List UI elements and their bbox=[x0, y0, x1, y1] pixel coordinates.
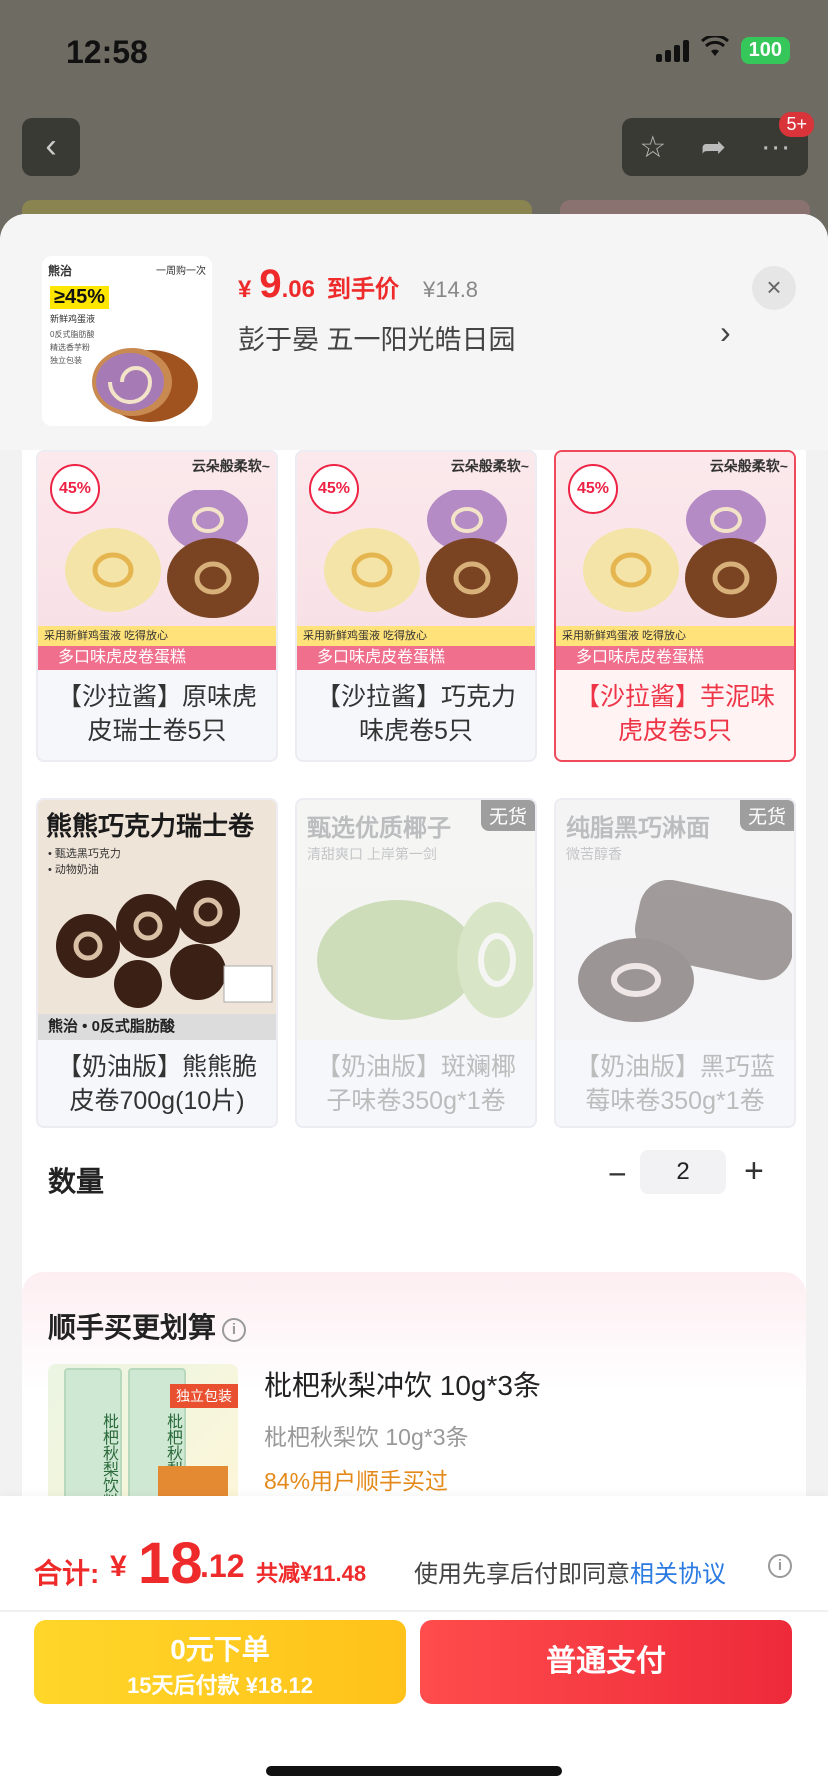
message-badge: 5+ bbox=[779, 112, 814, 137]
addon-spec: 枇杷秋梨饮 10g*3条 bbox=[264, 1424, 469, 1450]
signal-icon bbox=[655, 39, 689, 62]
address-selector[interactable]: 彭于晏 五一阳光皓日园 bbox=[238, 318, 516, 357]
cake-roll-image bbox=[92, 348, 198, 422]
price-integer: 9 bbox=[259, 262, 282, 306]
out-of-stock-badge: 无货 bbox=[480, 800, 535, 831]
option-strip: 采用新鲜鸡蛋液 吃得放心 bbox=[556, 626, 794, 646]
agreement-prefix: 使用先享后付即同意 bbox=[414, 1561, 630, 1588]
dark-chocolate-roll-image bbox=[578, 880, 792, 1022]
option-image-list-item: • 甄选黑巧克力 bbox=[48, 848, 121, 860]
cake-roll-image bbox=[583, 490, 777, 618]
original-price: ¥14.8 bbox=[422, 277, 479, 302]
option-strip-title: 多口味虎皮卷蛋糕 bbox=[556, 646, 794, 670]
option-card[interactable]: 熊熊巧克力瑞士卷 • 甄选黑巧克力 • 动物奶油 熊治 • 0反式脂肪酸 【奶油… bbox=[36, 798, 278, 1128]
addon-title: 顺手买更划算 i bbox=[48, 1306, 247, 1346]
thumb-brand: 熊治 bbox=[48, 264, 73, 278]
option-image: 45% 云朵般柔软~ 采用新鲜鸡蛋液 吃得放心 多口味虎皮卷蛋糕 bbox=[38, 452, 276, 670]
quantity-increase-button[interactable]: + bbox=[744, 1152, 764, 1191]
close-button[interactable]: × bbox=[752, 266, 796, 310]
option-caption: 云朵般柔软~ bbox=[191, 458, 270, 474]
thumb-sub: 新鲜鸡蛋液 bbox=[50, 314, 96, 324]
pandan-roll-image bbox=[317, 900, 533, 1020]
option-image: 甄选优质椰子 清甜爽口 上岸第一剑 bbox=[297, 800, 535, 1040]
option-card-selected[interactable]: 45% 云朵般柔软~ 采用新鲜鸡蛋液 吃得放心 多口味虎皮卷蛋糕 【沙拉酱】芋泥… bbox=[554, 450, 796, 762]
option-image: 熊熊巧克力瑞士卷 • 甄选黑巧克力 • 动物奶油 熊治 • 0反式脂肪酸 bbox=[38, 800, 276, 1040]
status-time: 12:58 bbox=[66, 34, 148, 70]
price-row: ¥ 9 .06 到手价 ¥14.8 bbox=[238, 262, 478, 307]
quantity-label: 数量 bbox=[48, 1166, 105, 1197]
option-image: 45% 云朵般柔软~ 采用新鲜鸡蛋液 吃得放心 多口味虎皮卷蛋糕 bbox=[556, 452, 794, 670]
addon-section: 顺手买更划算 i 枇杷秋梨饮料 枇杷秋梨饮料 独立包装 枇杷秋梨冲饮 10g*3条… bbox=[22, 1272, 806, 1534]
back-button[interactable]: ‹ bbox=[22, 118, 80, 176]
option-card-disabled[interactable]: 无货 纯脂黑巧淋面 微苦醇香 【奶油版】黑巧蓝莓味卷350g*1卷 bbox=[554, 798, 796, 1128]
thumb-tag: 一周购一次 bbox=[156, 266, 206, 277]
pay-button[interactable]: 普通支付 bbox=[420, 1620, 792, 1704]
chocolate-roll-image bbox=[56, 880, 273, 1008]
option-image-title: 甄选优质椰子 bbox=[307, 815, 451, 842]
total-label: 合计: bbox=[34, 1558, 100, 1589]
agreement-text: 使用先享后付即同意相关协议 bbox=[414, 1554, 726, 1589]
pay-later-button[interactable]: 0元下单 15天后付款 ¥18.12 bbox=[34, 1620, 406, 1704]
quantity-decrease-button[interactable]: − bbox=[608, 1156, 627, 1193]
option-image-footer: 熊治 • 0反式脂肪酸 bbox=[38, 1014, 276, 1040]
option-image-list: • 甄选黑巧克力 • 动物奶油 bbox=[48, 846, 121, 878]
sheet-header: 熊治 一周购一次 ≥45% 新鲜鸡蛋液 0反式脂肪酸 精选香芋粉 独立包装 ¥ … bbox=[0, 214, 828, 450]
pay-later-title: 0元下单 bbox=[170, 1634, 270, 1665]
option-card[interactable]: 45% 云朵般柔软~ 采用新鲜鸡蛋液 吃得放心 多口味虎皮卷蛋糕 【沙拉酱】原味… bbox=[36, 450, 278, 762]
total-integer: 18 bbox=[138, 1531, 203, 1596]
star-icon[interactable]: ☆ bbox=[639, 130, 666, 165]
option-strip-title: 多口味虎皮卷蛋糕 bbox=[38, 646, 276, 670]
addon-stat: 84%用户顺手买过 bbox=[264, 1468, 449, 1494]
info-icon[interactable]: i bbox=[222, 1318, 247, 1342]
pay-later-subtitle: 15天后付款 ¥18.12 bbox=[127, 1673, 313, 1698]
agreement-link[interactable]: 相关协议 bbox=[630, 1561, 726, 1588]
option-image: 纯脂黑巧淋面 微苦醇香 bbox=[556, 800, 794, 1040]
quantity-input[interactable]: 2 bbox=[640, 1150, 726, 1194]
addon-title-text: 顺手买更划算 bbox=[48, 1312, 217, 1343]
option-image-title: 熊熊巧克力瑞士卷 bbox=[46, 811, 255, 841]
total-symbol: ¥ bbox=[110, 1550, 127, 1583]
addon-name[interactable]: 枇杷秋梨冲饮 10g*3条 bbox=[264, 1364, 541, 1404]
thumb-percent: ≥45% bbox=[50, 286, 110, 309]
cake-roll-image bbox=[324, 490, 518, 618]
status-bar: 12:58 100 bbox=[0, 0, 828, 100]
total-savings: 共减¥11.48 bbox=[256, 1561, 367, 1586]
option-image-title: 纯脂黑巧淋面 bbox=[566, 815, 710, 842]
option-label: 【沙拉酱】原味虎皮瑞士卷5只 bbox=[56, 683, 257, 745]
addon-tag: 独立包装 bbox=[170, 1384, 238, 1408]
option-label: 【奶油版】黑巧蓝莓味卷350g*1卷 bbox=[574, 1053, 775, 1115]
status-icons: 100 bbox=[655, 34, 790, 65]
price-symbol: ¥ bbox=[238, 276, 252, 303]
checkout-bar: 合计: ¥ 18 .12 共减¥11.48 使用先享后付即同意相关协议 i 0元… bbox=[0, 1496, 828, 1792]
option-caption: 云朵般柔软~ bbox=[450, 458, 529, 474]
battery-indicator: 100 bbox=[740, 37, 790, 64]
option-image-sub: 清甜爽口 上岸第一剑 bbox=[307, 846, 437, 862]
option-label: 【奶油版】熊熊脆皮卷700g(10片) bbox=[56, 1053, 257, 1115]
option-caption: 云朵般柔软~ bbox=[709, 458, 788, 474]
wifi-icon bbox=[700, 34, 729, 65]
divider bbox=[0, 1610, 828, 1612]
option-label: 【沙拉酱】巧克力味虎卷5只 bbox=[315, 683, 516, 745]
info-icon[interactable]: i bbox=[768, 1554, 792, 1578]
price-label: 到手价 bbox=[326, 276, 399, 303]
option-card-disabled[interactable]: 无货 甄选优质椰子 清甜爽口 上岸第一剑 【奶油版】斑斓椰子味卷350g*1卷 bbox=[295, 798, 537, 1128]
price-decimal: .06 bbox=[281, 276, 315, 303]
total-decimal: .12 bbox=[200, 1548, 245, 1584]
total-row: 合计: ¥ 18 .12 共减¥11.48 使用先享后付即同意相关协议 i bbox=[34, 1526, 794, 1596]
option-card[interactable]: 45% 云朵般柔软~ 采用新鲜鸡蛋液 吃得放心 多口味虎皮卷蛋糕 【沙拉酱】巧克… bbox=[295, 450, 537, 762]
option-strip: 采用新鲜鸡蛋液 吃得放心 bbox=[297, 626, 535, 646]
option-image: 45% 云朵般柔软~ 采用新鲜鸡蛋液 吃得放心 多口味虎皮卷蛋糕 bbox=[297, 452, 535, 670]
chevron-right-icon[interactable]: › bbox=[720, 314, 731, 351]
option-strip: 采用新鲜鸡蛋液 吃得放心 bbox=[38, 626, 276, 646]
out-of-stock-badge: 无货 bbox=[739, 800, 794, 831]
option-label: 【奶油版】斑斓椰子味卷350g*1卷 bbox=[315, 1053, 516, 1115]
option-strip-title: 多口味虎皮卷蛋糕 bbox=[297, 646, 535, 670]
product-thumbnail: 熊治 一周购一次 ≥45% 新鲜鸡蛋液 0反式脂肪酸 精选香芋粉 独立包装 bbox=[42, 256, 212, 426]
option-image-sub: 微苦醇香 bbox=[566, 846, 622, 862]
option-label: 【沙拉酱】芋泥味虎皮卷5只 bbox=[574, 683, 775, 745]
home-indicator bbox=[266, 1766, 562, 1776]
share-icon[interactable]: ➦ bbox=[701, 130, 726, 165]
cake-roll-image bbox=[65, 490, 259, 618]
